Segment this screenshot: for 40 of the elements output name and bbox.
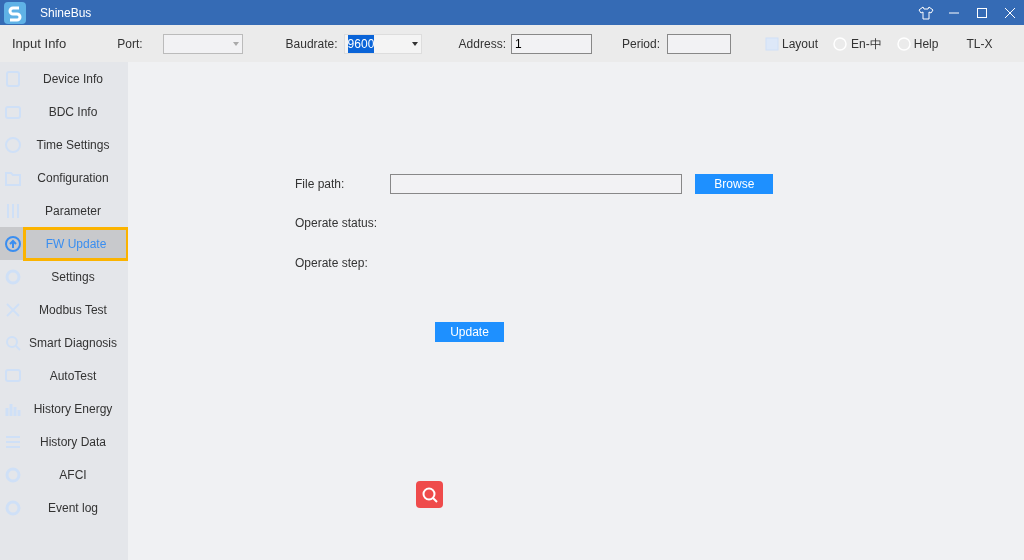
model-label: TL-X (966, 35, 993, 53)
period-field[interactable] (667, 33, 731, 54)
zoom-button[interactable] (416, 481, 443, 508)
file-path-field[interactable] (390, 174, 683, 194)
period-label: Period: (621, 35, 660, 53)
sidebar-item[interactable]: AutoTest (22, 363, 124, 388)
sidebar-item[interactable]: History Energy (22, 396, 124, 421)
help-link[interactable]: Help (913, 34, 939, 53)
sidebar-item[interactable]: Event log (22, 495, 124, 520)
layout-link[interactable]: Layout (782, 34, 819, 53)
sidebar-item[interactable]: Time Settings (22, 132, 124, 157)
window-title: ShineBus (40, 4, 92, 22)
status-label: Operate status: (295, 216, 378, 230)
sidebar-item[interactable]: BDC Info (22, 99, 124, 124)
section-label: Input Info (12, 34, 67, 53)
baudrate-label: Baudrate: (285, 35, 338, 53)
sidebar-item[interactable]: Modbus Test (22, 297, 124, 322)
maximize-icon (977, 7, 987, 18)
sidebar-item[interactable]: AFCI (22, 462, 124, 487)
address-label: Address: (458, 35, 506, 53)
sidebar-item[interactable]: History Data (22, 429, 124, 454)
sidebar-item[interactable]: Parameter (22, 198, 124, 223)
step-label: Operate step: (295, 256, 368, 270)
port-label: Port: (117, 35, 143, 53)
caret-icon (411, 41, 418, 46)
layout-icon (765, 36, 779, 51)
sidebar-item[interactable]: Configuration (22, 165, 124, 190)
file-path-label: File path: (295, 176, 345, 193)
sidebar-item[interactable]: Device Info (22, 66, 124, 91)
search-icon (420, 485, 439, 504)
caret-icon (232, 41, 239, 46)
close-icon (1005, 7, 1015, 18)
sidebar-item[interactable]: Settings (22, 264, 124, 289)
logo-icon (4, 1, 26, 24)
shirt-icon (918, 5, 934, 20)
sidebar-item[interactable]: Smart Diagnosis (22, 330, 124, 355)
baudrate-select[interactable]: 9600 (343, 33, 422, 54)
upload-icon (4, 234, 22, 253)
language-link[interactable]: En-中 (851, 34, 882, 53)
address-field[interactable]: 1 (510, 33, 592, 54)
